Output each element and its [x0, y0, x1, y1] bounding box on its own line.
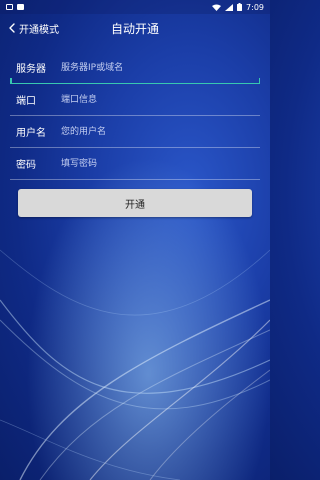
username-label: 用户名 — [16, 128, 46, 139]
status-right-icons: 7:09 — [212, 3, 264, 12]
sim-icon — [17, 4, 24, 10]
notification-icon — [6, 4, 13, 10]
wifi-icon — [212, 4, 222, 11]
port-input[interactable] — [55, 88, 260, 111]
status-left-icons — [6, 4, 24, 10]
activate-button[interactable]: 开通 — [18, 189, 252, 217]
password-row: 密码 — [10, 148, 260, 180]
username-row: 用户名 — [10, 116, 260, 148]
back-button[interactable]: 开通模式 — [6, 21, 59, 36]
server-input[interactable] — [55, 56, 260, 79]
status-time: 7:09 — [246, 2, 264, 12]
battery-icon — [237, 3, 243, 11]
port-label: 端口 — [16, 96, 36, 107]
password-input[interactable] — [55, 152, 260, 175]
port-row: 端口 — [10, 84, 260, 116]
server-row: 服务器 — [10, 52, 260, 84]
username-input[interactable] — [55, 120, 260, 143]
config-form: 服务器 端口 用户名 密码 — [10, 52, 260, 180]
app-bar: 开通模式 自动开通 — [0, 14, 270, 42]
status-bar: 7:09 — [0, 0, 270, 14]
back-button-label: 开通模式 — [19, 24, 59, 36]
server-label: 服务器 — [16, 64, 46, 75]
signal-icon — [225, 3, 234, 11]
chevron-left-icon — [9, 23, 15, 33]
password-label: 密码 — [16, 160, 36, 171]
